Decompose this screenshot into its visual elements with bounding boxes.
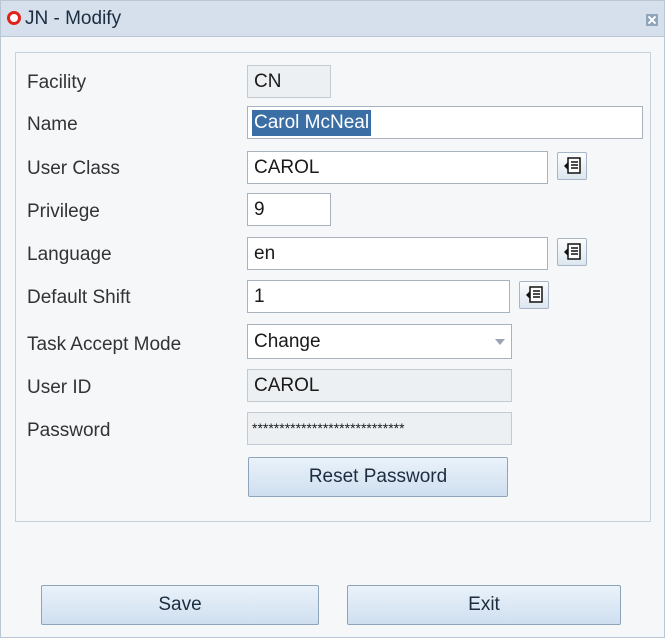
user-class-input[interactable]: CAROL <box>247 151 548 184</box>
task-accept-mode-label: Task Accept Mode <box>27 334 182 355</box>
user-class-label: User Class <box>27 158 120 179</box>
modify-dialog: JN - Modify Facility CN Name Carol McNea… <box>0 0 665 638</box>
user-class-lov-button[interactable] <box>557 152 587 180</box>
facility-field: CN <box>247 65 331 98</box>
name-label: Name <box>27 114 78 135</box>
privilege-input[interactable]: 9 <box>247 193 331 226</box>
language-label: Language <box>27 244 112 265</box>
language-lov-button[interactable] <box>557 238 587 266</box>
chevron-down-icon <box>495 339 505 345</box>
name-input-value: Carol McNeal <box>252 110 372 136</box>
reset-password-button[interactable]: Reset Password <box>248 457 508 497</box>
default-shift-input[interactable]: 1 <box>247 280 510 313</box>
oracle-logo-icon <box>7 11 21 25</box>
exit-button[interactable]: Exit <box>347 585 621 625</box>
task-accept-mode-select[interactable]: Change <box>247 324 512 359</box>
default-shift-label: Default Shift <box>27 287 131 308</box>
list-of-values-icon <box>564 243 581 260</box>
language-input[interactable]: en <box>247 237 548 270</box>
password-label: Password <box>27 420 111 441</box>
password-field: **************************** <box>247 412 512 445</box>
user-id-label: User ID <box>27 377 92 398</box>
save-button[interactable]: Save <box>41 585 319 625</box>
list-of-values-icon <box>526 286 543 303</box>
user-id-field: CAROL <box>247 369 512 402</box>
list-of-values-icon <box>564 157 581 174</box>
name-input[interactable]: Carol McNeal <box>247 106 643 139</box>
privilege-label: Privilege <box>27 201 100 222</box>
close-icon[interactable] <box>646 14 658 26</box>
title-bar: JN - Modify <box>1 1 664 37</box>
default-shift-lov-button[interactable] <box>519 281 549 309</box>
dialog-title: JN - Modify <box>25 8 122 29</box>
facility-label: Facility <box>27 72 87 93</box>
task-accept-mode-value: Change <box>254 331 321 352</box>
